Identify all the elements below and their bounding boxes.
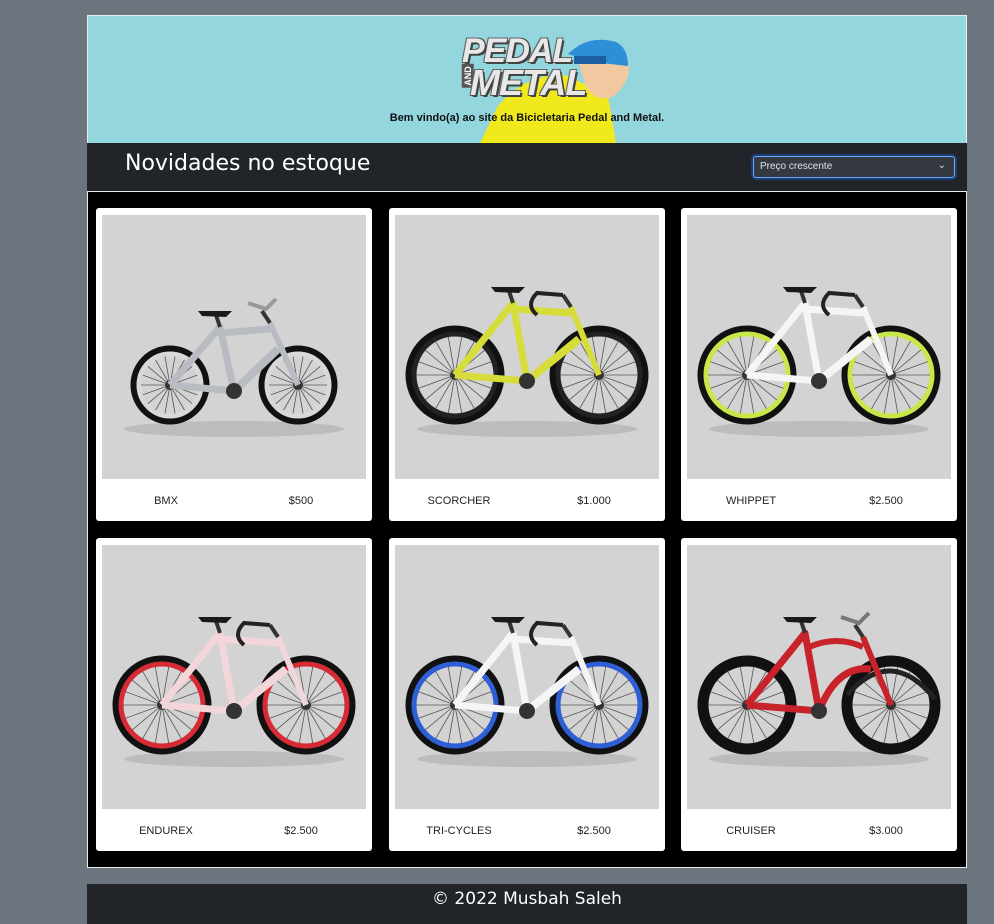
product-image[interactable] xyxy=(687,215,951,479)
product-card[interactable]: WHIPPET $2.500 xyxy=(681,208,957,521)
header-banner: PEDAL AND METAL Bem vindo(a) ao site da … xyxy=(87,15,967,144)
product-card[interactable]: CRUISER $3.000 xyxy=(681,538,957,851)
product-image[interactable] xyxy=(395,215,659,479)
product-image[interactable] xyxy=(102,545,366,809)
cruiser-bike-image xyxy=(697,611,941,767)
product-name: WHIPPET xyxy=(725,495,777,507)
chevron-down-icon: ⌄ xyxy=(937,160,946,171)
bmx-bike-image xyxy=(124,297,344,437)
product-name: CRUISER xyxy=(726,825,776,837)
sort-select-value: Preço crescente xyxy=(760,161,833,172)
welcome-message: Bem vindo(a) ao site da Bicicletaria Ped… xyxy=(389,112,665,124)
sort-select[interactable]: Preço crescente ⌄ xyxy=(753,156,955,178)
pedal-and-metal-logo[interactable]: PEDAL AND METAL xyxy=(458,32,628,103)
product-price: $2.500 xyxy=(577,825,611,837)
product-card[interactable]: ENDUREX $2.500 xyxy=(96,538,372,851)
product-price: $500 xyxy=(288,495,314,507)
footer-copyright: © 2022 Musbah Saleh xyxy=(432,889,622,909)
mountain-bike-image xyxy=(405,287,649,437)
product-name: SCORCHER xyxy=(427,495,491,507)
product-price: $3.000 xyxy=(869,825,903,837)
page-title: Novidades no estoque xyxy=(125,151,371,176)
product-price: $1.000 xyxy=(577,495,611,507)
product-image[interactable] xyxy=(687,545,951,809)
product-image[interactable] xyxy=(395,545,659,809)
product-price: $2.500 xyxy=(869,495,903,507)
product-card[interactable]: SCORCHER $1.000 xyxy=(389,208,665,521)
product-name: ENDUREX xyxy=(139,825,193,837)
product-card[interactable]: BMX $500 xyxy=(96,208,372,521)
product-price: $2.500 xyxy=(284,825,318,837)
product-image[interactable] xyxy=(102,215,366,479)
footer: © 2022 Musbah Saleh xyxy=(87,884,967,924)
logo-text-metal: METAL xyxy=(470,62,587,103)
road-bike-image xyxy=(697,287,941,437)
toolbar: Novidades no estoque Preço crescente ⌄ xyxy=(87,143,967,191)
product-card[interactable]: TRI-CYCLES $2.500 xyxy=(389,538,665,851)
road-bike-image xyxy=(405,617,649,767)
product-name: TRI-CYCLES xyxy=(426,825,492,837)
road-bike-image xyxy=(112,617,356,767)
product-grid: BMX $500 SCORCHER $1.000 WHIPPET $2.500 ENDURE… xyxy=(87,191,967,868)
product-name: BMX xyxy=(154,495,178,507)
